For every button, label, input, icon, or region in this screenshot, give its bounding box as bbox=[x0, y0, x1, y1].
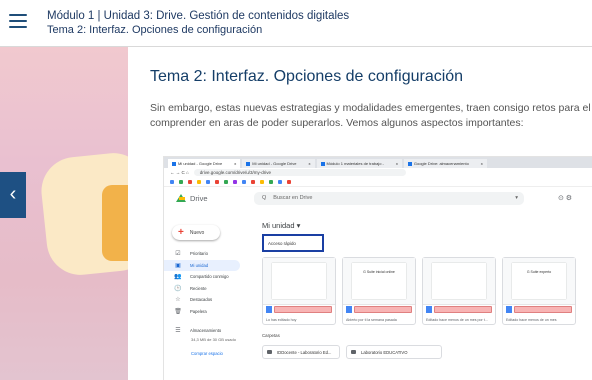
bookmarks-bar bbox=[164, 177, 592, 187]
quick-access-cards: Lo has editado hoy G Suite inicial onlin… bbox=[262, 257, 576, 325]
lesson-title: Tema 2: Interfaz. Opciones de configurac… bbox=[150, 68, 464, 85]
sidebar-item-active: ▣ Mi unidad bbox=[164, 259, 240, 271]
drive-main: Mi unidad ▾ Acceso rápido Lo has editado… bbox=[254, 217, 592, 380]
drive-sidebar: + Nuevo ☑ Prioritario ▣ Mi unidad 👥 Comparti… bbox=[164, 217, 254, 380]
breadcrumb: Módulo 1 | Unidad 3: Drive. Gestión de c… bbox=[47, 9, 349, 37]
help-settings-icons: ⊙ ⚙ bbox=[558, 195, 573, 202]
browser-tab: Mi unidad - Google Drive x bbox=[242, 159, 315, 168]
drive-screenshot: Mi unidad - Google Drive x Mi unidad - Go… bbox=[163, 156, 592, 380]
file-card: Lo has editado hoy bbox=[262, 257, 336, 325]
top-bar: Módulo 1 | Unidad 3: Drive. Gestión de c… bbox=[0, 0, 592, 47]
breadcrumb-topic: Tema 2: Interfaz. Opciones de configurac… bbox=[47, 24, 263, 36]
file-card: G Suite inicial online Abierto por ti la… bbox=[342, 257, 416, 325]
folder-item: IDDocente - Laboratorio Ed... bbox=[262, 345, 340, 359]
breadcrumb-module: Módulo 1 | Unidad 3: Drive. Gestión de c… bbox=[47, 10, 350, 22]
quick-access-highlight: Acceso rápido bbox=[262, 234, 324, 252]
folder-item: Laboratorio EDUCATIVO bbox=[346, 345, 442, 359]
previous-page-button[interactable]: ‹ bbox=[0, 172, 26, 218]
sidebar-item: ☰ Almacenamiento bbox=[175, 328, 222, 335]
drive-logo: Drive bbox=[176, 194, 246, 203]
browser-tabs: Mi unidad - Google Drive x Mi unidad - Go… bbox=[164, 157, 592, 168]
chevron-left-icon: ‹ bbox=[9, 183, 17, 205]
folders-label: Carpetas bbox=[262, 333, 280, 338]
storage-usage: 34,3 MB de 30 GB usado bbox=[191, 336, 236, 342]
browser-tab: Módulo 1 materiales de trabajo -x bbox=[316, 159, 402, 168]
file-card: G Suite experto Editado hace menos de un… bbox=[502, 257, 576, 325]
drive-header: Drive Q Buscar en Drive ▾ ⊙ ⚙ bbox=[164, 187, 592, 209]
sidebar-item: 🗑 Papelera bbox=[174, 308, 207, 315]
my-drive-title: Mi unidad ▾ bbox=[262, 221, 301, 230]
buy-storage-link: Comprar espacio bbox=[191, 350, 223, 356]
lesson-paragraph: Sin embargo, estas nuevas estrategias y … bbox=[150, 102, 591, 129]
sidebar-item: ☑ Prioritario bbox=[175, 251, 208, 258]
folders-list: IDDocente - Laboratorio Ed... Laboratori… bbox=[262, 345, 442, 359]
sidebar-item: 🕒 Reciente bbox=[174, 285, 207, 292]
lesson-content: Tema 2: Interfaz. Opciones de configurac… bbox=[128, 47, 592, 380]
sidebar-item: ☆ Destacados bbox=[175, 297, 213, 304]
sidebar-item: 👥 Compartido conmigo bbox=[174, 274, 229, 281]
drive-search: Q Buscar en Drive ▾ bbox=[254, 191, 524, 205]
hamburger-menu-icon[interactable] bbox=[9, 14, 27, 28]
browser-tab: Mi unidad - Google Drive x bbox=[168, 159, 241, 168]
address-bar: ← → C ⌂ drive.google.com/drive/u/3/my-dr… bbox=[164, 168, 592, 177]
url-field: drive.google.com/drive/u/3/my-drive bbox=[193, 169, 406, 176]
decorative-shape-accent bbox=[102, 185, 128, 261]
file-card: Editado hace menos de un mes por t... bbox=[422, 257, 496, 325]
new-button: + Nuevo bbox=[172, 225, 220, 240]
browser-tab: Google Drive: almacenamiento x bbox=[403, 159, 487, 168]
